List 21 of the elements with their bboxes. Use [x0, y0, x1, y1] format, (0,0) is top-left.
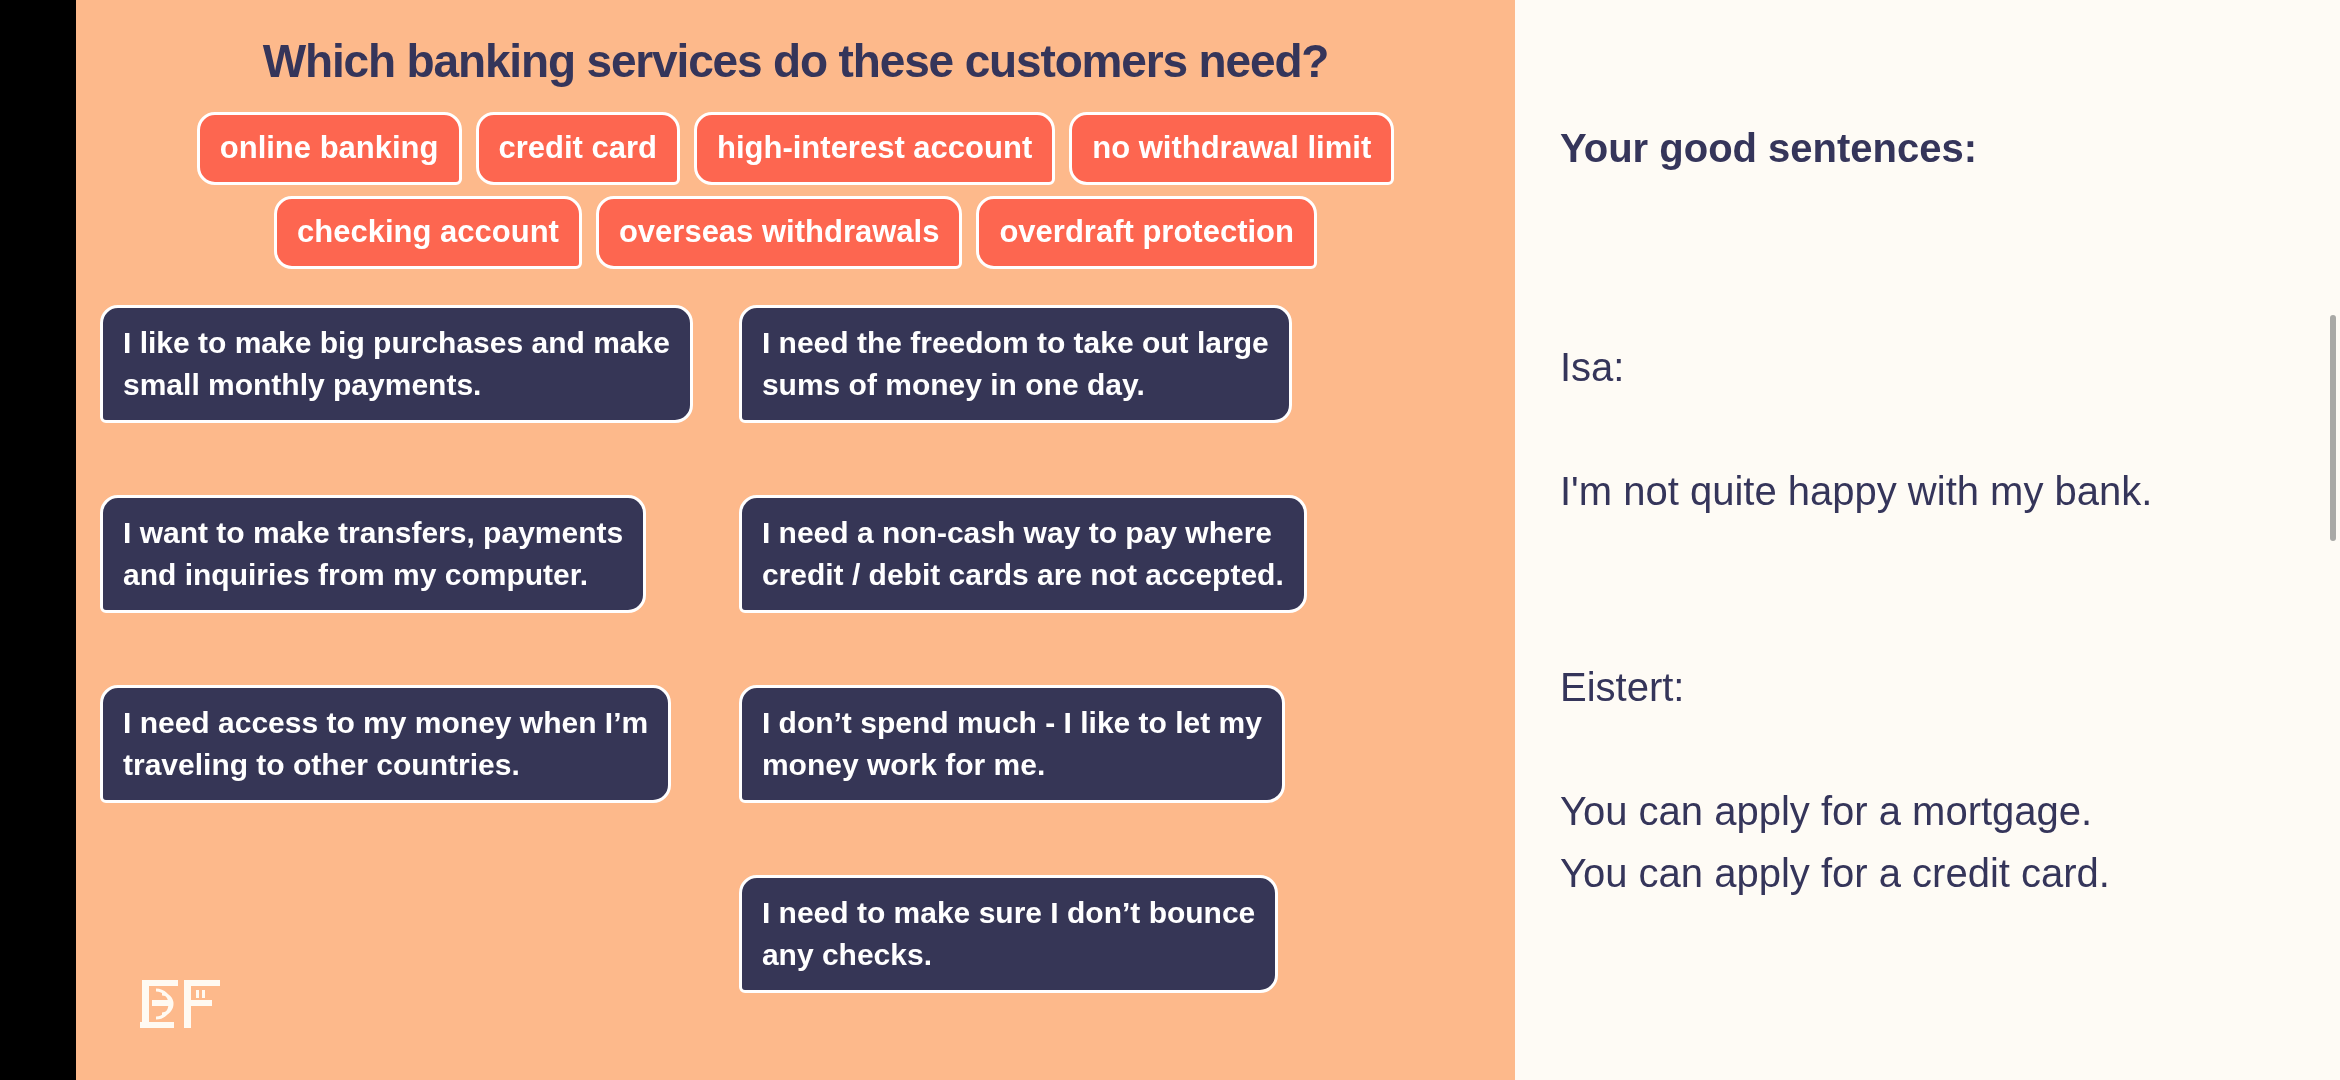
speaker-name: Eistert: [1560, 664, 1686, 711]
service-tag: checking account [274, 196, 582, 269]
sentence-text: I'm not quite happy with my bank. [1560, 468, 2154, 515]
sentence-text: You can apply for a mortgage. [1560, 788, 2094, 835]
service-tag: overdraft protection [976, 196, 1317, 269]
need-card: I want to make transfers, payments and inquiries from my computer. [100, 495, 647, 613]
need-card: I don’t spend much - I like to let my money work for me. [738, 685, 1285, 803]
logo-icon [140, 980, 222, 1028]
need-card: I need access to my money when I’m traveling to other countries. [100, 685, 672, 803]
service-tag: credit card [475, 112, 680, 185]
need-card: I like to make big purchases and make small monthly payments. [100, 305, 693, 423]
service-tag: online banking [196, 112, 462, 185]
service-tag: overseas withdrawals [595, 196, 963, 269]
need-card: I need the freedom to take out large sums of money in one day. [738, 305, 1292, 423]
sentence-text: You can apply for a credit card. [1560, 850, 2111, 897]
need-card: I need to make sure I don’t bounce any checks. [738, 875, 1279, 993]
need-card: I need a non-cash way to pay where credit / debit cards are not accepted. [738, 495, 1307, 613]
service-tag: no withdrawal limit [1069, 112, 1395, 185]
panel-heading: Your good sentences: [1560, 128, 1979, 168]
service-tag: high-interest account [694, 112, 1056, 185]
speaker-name: Isa: [1560, 344, 1626, 391]
